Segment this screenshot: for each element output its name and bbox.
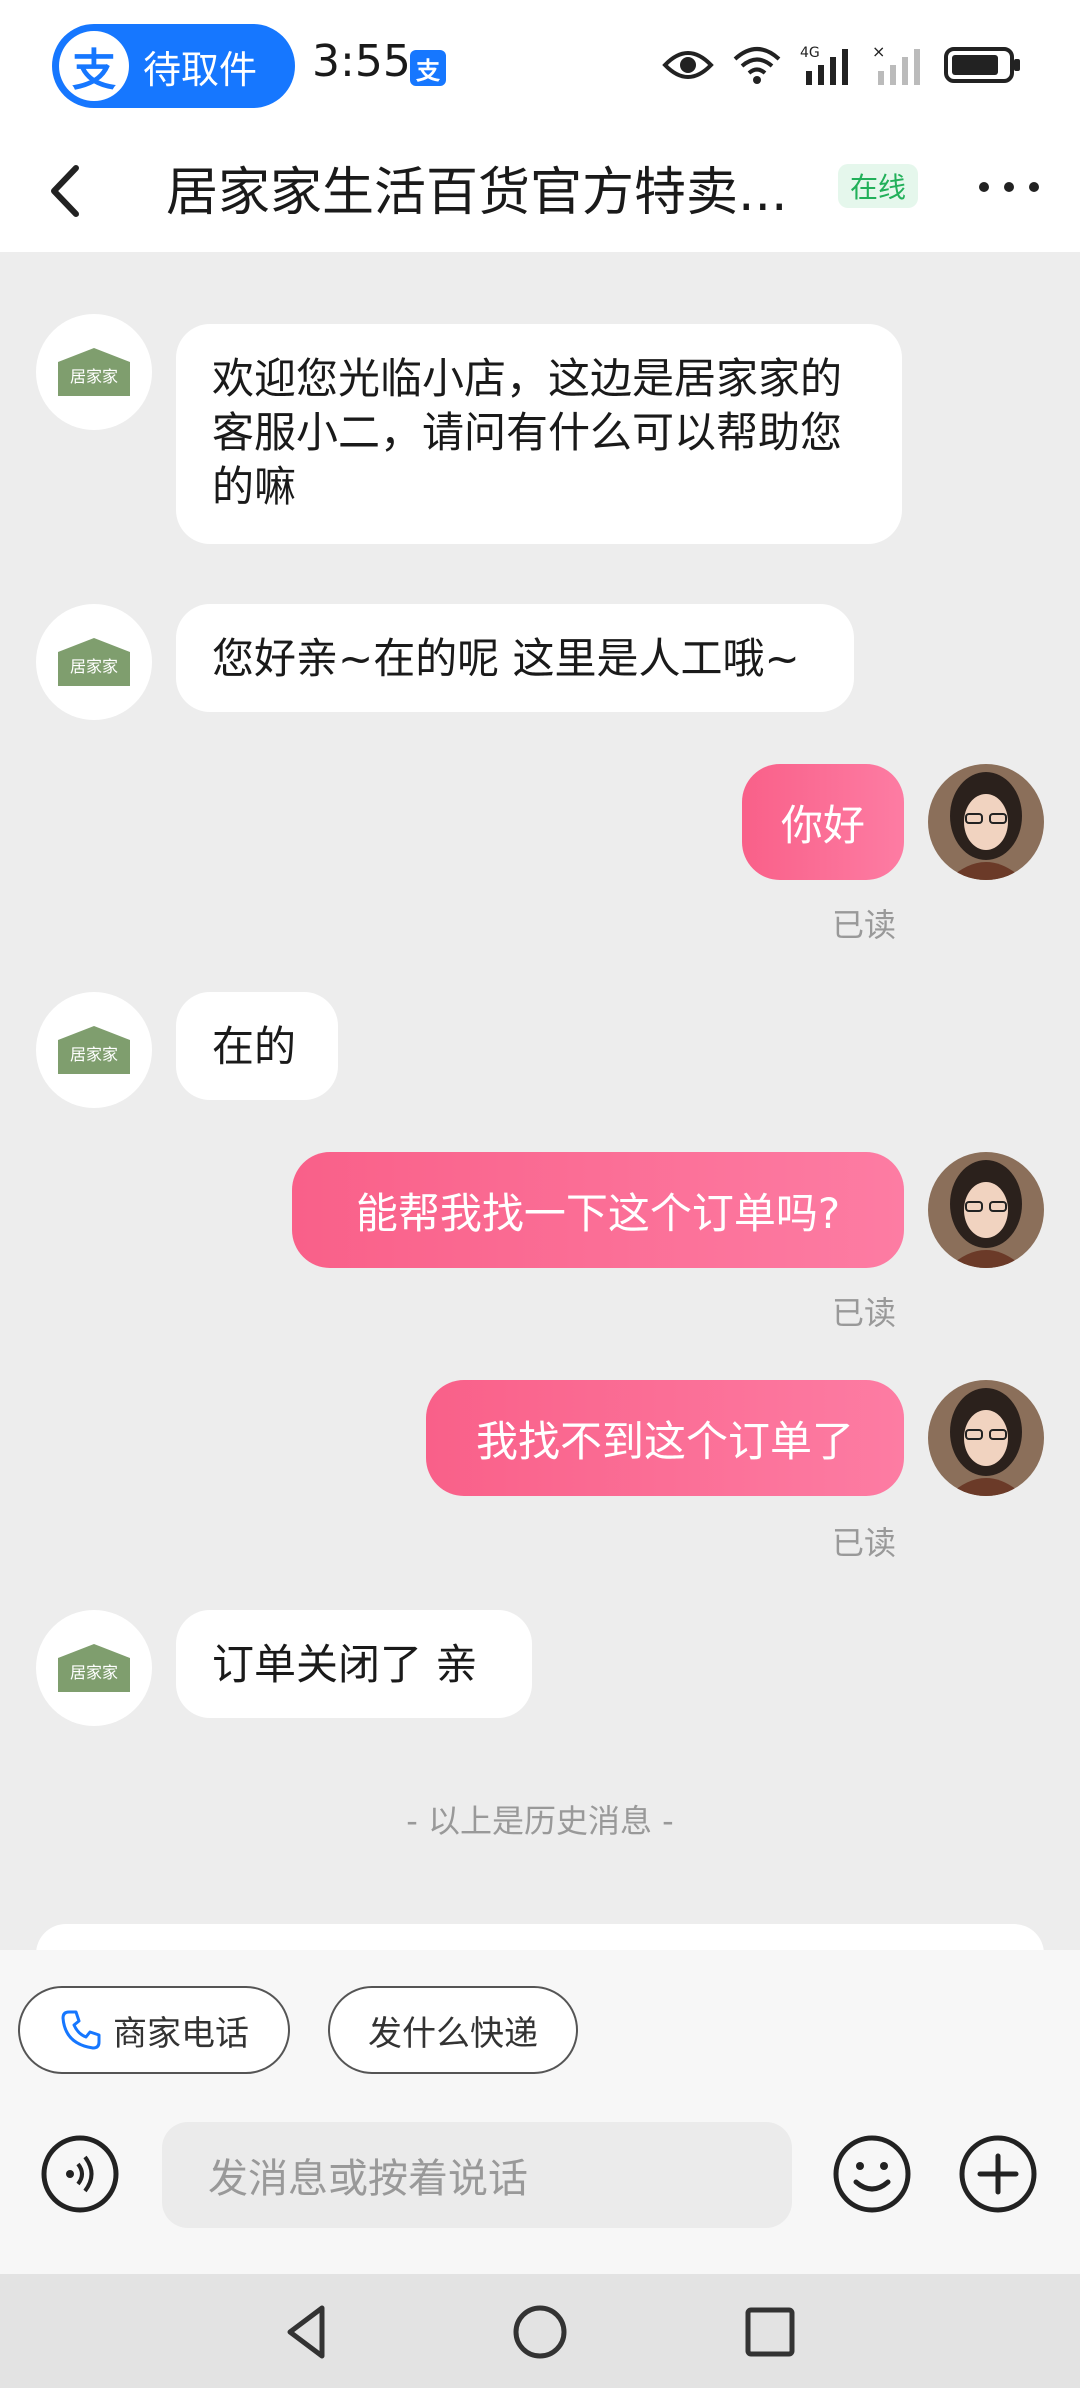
message-bubble-shop: 您好亲~在的呢 这里是人工哦~ [176, 604, 854, 712]
phone-icon [61, 2010, 101, 2050]
voice-icon[interactable] [40, 2134, 120, 2214]
message-input[interactable]: 发消息或按着说话 [162, 2122, 792, 2228]
message-bubble-user: 你好 [742, 764, 904, 880]
history-divider: - 以上是历史消息 - [406, 1802, 674, 1840]
quick-reply-label: 发什么快递 [368, 2013, 538, 2054]
message-bubble-shop: 订单关闭了 亲 [176, 1610, 532, 1718]
status-badge: 在线 [838, 164, 919, 208]
4g-signal-icon: 4G [800, 45, 848, 85]
plus-icon[interactable] [958, 2134, 1038, 2214]
svg-text:居家家: 居家家 [70, 657, 118, 676]
battery-icon [944, 47, 1020, 83]
shop-logo-icon: 居家家 [58, 348, 130, 396]
back-triangle-icon[interactable] [276, 2300, 340, 2364]
more-dots-icon[interactable] [974, 162, 1044, 212]
home-circle-icon[interactable] [508, 2300, 572, 2364]
user-avatar-image [928, 1380, 1044, 1496]
chat-header: 居家家生活百货官方特卖... 在线 [0, 128, 1080, 252]
shop-avatar[interactable]: 居家家 [36, 992, 152, 1108]
chevron-left-icon[interactable] [36, 156, 96, 226]
eye-icon [662, 51, 714, 79]
system-nav-bar [0, 2274, 1080, 2388]
input-bar: 发消息或按着说话 [0, 2122, 1080, 2274]
user-avatar[interactable] [928, 1152, 1044, 1268]
wifi-icon [733, 47, 781, 84]
quick-reply-courier[interactable]: 发什么快递 [328, 1986, 578, 2074]
message-bubble-user: 我找不到这个订单了 [426, 1380, 904, 1496]
quick-reply-merchant-phone[interactable]: 商家电话 [18, 1986, 290, 2074]
shop-avatar[interactable]: 居家家 [36, 314, 152, 430]
svg-text:×: × [872, 43, 885, 61]
shop-avatar[interactable]: 居家家 [36, 604, 152, 720]
user-avatar[interactable] [928, 1380, 1044, 1496]
message-bubble-shop: 在的 [176, 992, 338, 1100]
svg-text:居家家: 居家家 [70, 1663, 118, 1682]
app-pill-label: 待取件 [143, 47, 258, 92]
alipay-logo-icon: 支 [59, 31, 129, 101]
read-receipt: 已读 [832, 1524, 897, 1562]
svg-text:居家家: 居家家 [70, 367, 118, 386]
read-receipt: 已读 [832, 906, 897, 944]
system-icons: 4G × [662, 40, 1022, 90]
no-sim-signal-icon: × [872, 43, 920, 85]
user-avatar[interactable] [928, 764, 1044, 880]
app-pill[interactable]: 支 待取件 [52, 24, 295, 108]
user-avatar-image [928, 764, 1044, 880]
svg-text:居家家: 居家家 [70, 1045, 118, 1064]
emoji-icon[interactable] [832, 2134, 912, 2214]
status-bar: 支 待取件 3:55 支 4G × [0, 0, 1080, 128]
message-bubble-user: 能帮我找一下这个订单吗? [292, 1152, 904, 1268]
message-bubble-shop: 欢迎您光临小店，这边是居家家的客服小二，请问有什么可以帮助您的嘛 [176, 324, 902, 544]
shop-avatar[interactable]: 居家家 [36, 1610, 152, 1726]
recents-square-icon[interactable] [738, 2300, 802, 2364]
user-avatar-image [928, 1152, 1044, 1268]
page-title: 居家家生活百货官方特卖... [166, 163, 788, 223]
shop-logo-icon: 居家家 [58, 1644, 130, 1692]
shop-logo-icon: 居家家 [58, 638, 130, 686]
shop-logo-icon: 居家家 [58, 1026, 130, 1074]
quick-reply-label: 商家电话 [113, 2013, 249, 2054]
clock: 3:55 [312, 36, 411, 87]
alipay-mini-icon: 支 [410, 50, 446, 86]
read-receipt: 已读 [832, 1294, 897, 1332]
svg-text:4G: 4G [800, 45, 820, 61]
quick-replies-bar: 商家电话 发什么快递 [0, 1950, 1080, 2122]
